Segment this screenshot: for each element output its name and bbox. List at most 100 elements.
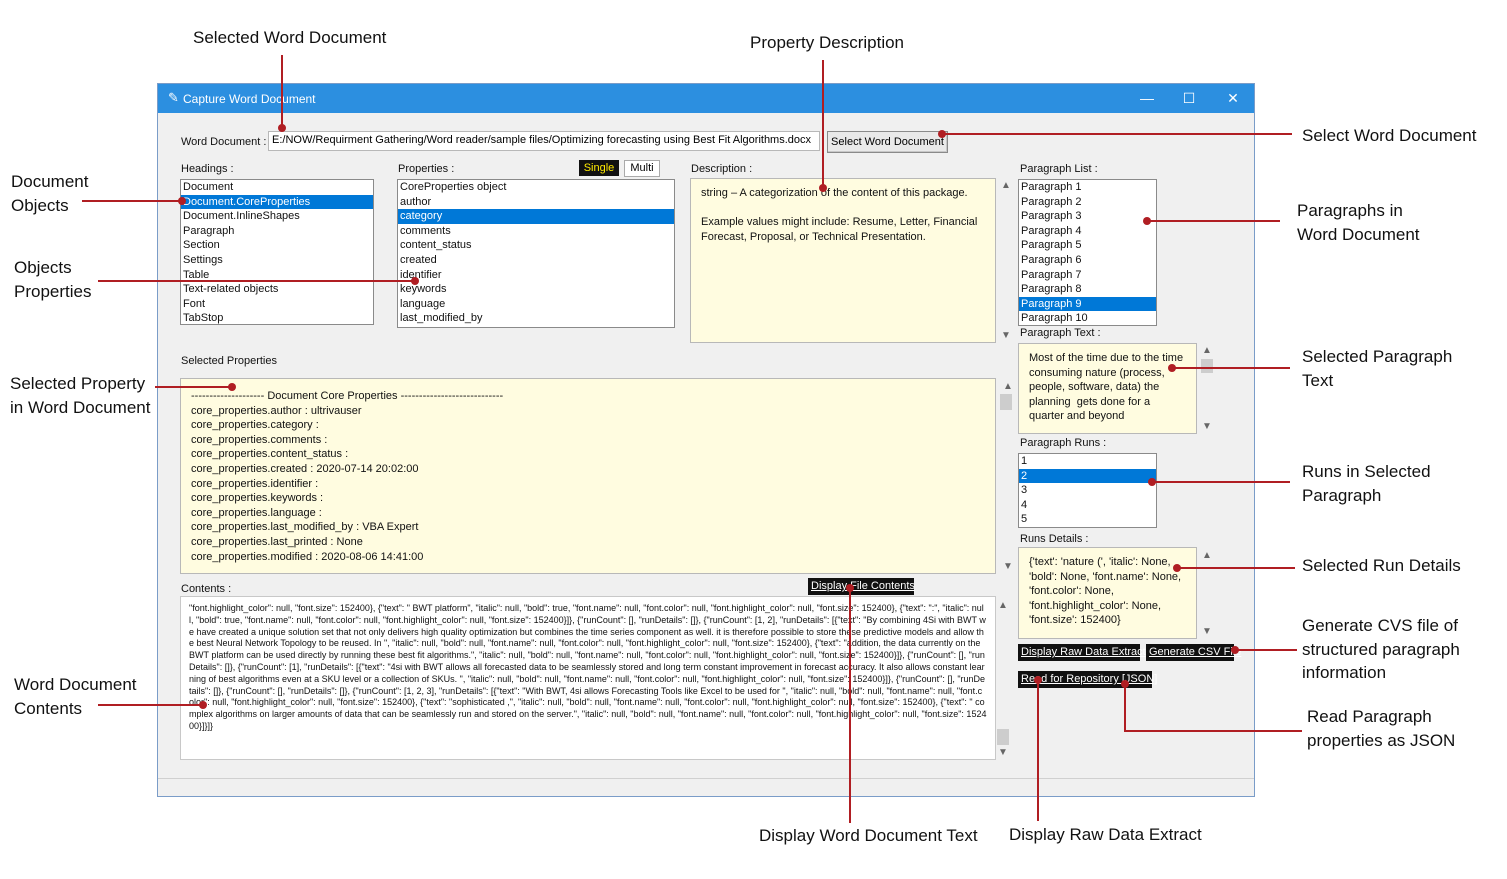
paragraph-list-item[interactable]: Paragraph 10	[1019, 311, 1156, 325]
properties-item[interactable]: language	[398, 297, 674, 312]
paragraph-runs-list[interactable]: 12345	[1018, 453, 1157, 528]
annotation-paragraph-text-2: Text	[1302, 371, 1334, 390]
runs-details-scroll-up[interactable]: ▲	[1202, 550, 1212, 561]
runs-details-label: Runs Details :	[1020, 533, 1089, 545]
paragraph-runs-item[interactable]: 2	[1019, 468, 1156, 484]
contents-scroll-down[interactable]: ▼	[998, 747, 1008, 758]
headings-item[interactable]: Section	[181, 238, 373, 253]
selected-property-line: core_properties.language :	[191, 506, 322, 519]
annotation-display-raw: Display Raw Data Extract	[1009, 825, 1202, 844]
paragraph-list-item[interactable]: Paragraph 7	[1019, 268, 1156, 283]
annotation-select-word-document: Select Word Document	[1302, 126, 1477, 145]
selected-property-line: core_properties.content_status :	[191, 448, 349, 461]
minimize-button[interactable]: —	[1132, 88, 1162, 108]
headings-item[interactable]: Paragraph	[181, 224, 373, 239]
selected-property-line: core_properties.category :	[191, 419, 319, 432]
paragraph-list-item[interactable]: Paragraph 2	[1019, 195, 1156, 210]
headings-item[interactable]: Font	[181, 297, 373, 312]
annotation-document-objects-1: Document	[11, 172, 89, 191]
contents-scroll-up[interactable]: ▲	[998, 600, 1008, 611]
contents-text: "font.highlight_color": null, "font.size…	[189, 603, 987, 731]
annotation-objects-properties-2: Properties	[14, 282, 92, 301]
select-word-document-button[interactable]: Select Word Document	[827, 131, 948, 153]
paragraph-text-scroll-thumb[interactable]	[1201, 359, 1213, 373]
properties-item[interactable]: identifier	[398, 268, 674, 283]
paragraph-list-item[interactable]: Paragraph 1	[1019, 180, 1156, 195]
close-button[interactable]: ✕	[1218, 88, 1248, 108]
properties-item[interactable]: keywords	[398, 282, 674, 297]
selected-property-line: core_properties.last_modified_by : VBA E…	[191, 521, 419, 534]
headings-item[interactable]: Settings	[181, 253, 373, 268]
properties-item[interactable]: author	[398, 195, 674, 210]
contents-label: Contents :	[181, 583, 232, 595]
display-raw-data-button[interactable]: Display Raw Data Extract	[1018, 644, 1146, 661]
status-bar	[158, 778, 1254, 796]
annotation-selected-word-document: Selected Word Document	[193, 28, 387, 47]
selected-properties-scroll-down[interactable]: ▼	[1003, 561, 1013, 572]
runs-details-scroll-down[interactable]: ▼	[1202, 626, 1212, 637]
description-scroll-up[interactable]: ▲	[1001, 180, 1011, 191]
feather-icon: ✎	[168, 90, 179, 105]
headings-item[interactable]: Document.InlineShapes	[181, 209, 373, 224]
properties-list[interactable]: CoreProperties object author category comme…	[397, 179, 675, 328]
annotation-runs-1: Runs in Selected	[1302, 462, 1431, 481]
annotation-run-details: Selected Run Details	[1302, 556, 1461, 575]
annotation-objects-properties-1: Objects	[14, 258, 72, 277]
paragraph-list[interactable]: Paragraph 1 Paragraph 2 Paragraph 3 Paragra…	[1018, 179, 1157, 326]
headings-list[interactable]: Document Document.CoreProperties Document.…	[180, 179, 374, 325]
selected-properties-scroll-thumb[interactable]	[1000, 394, 1012, 410]
annotation-selected-property-1: Selected Property	[10, 374, 146, 393]
headings-item[interactable]: Document	[181, 180, 373, 195]
generate-csv-label: Generate CSV File	[1149, 646, 1242, 658]
selected-properties-scroll-up[interactable]: ▲	[1003, 381, 1013, 392]
selected-properties-label: Selected Properties	[181, 355, 277, 367]
window-title: Capture Word Document	[183, 92, 316, 106]
contents-scroll-thumb[interactable]	[997, 729, 1009, 745]
annotation-runs-2: Paragraph	[1302, 486, 1382, 505]
paragraph-text-scroll-down[interactable]: ▼	[1202, 421, 1212, 432]
paragraph-list-item[interactable]: Paragraph 3	[1019, 209, 1156, 224]
word-document-path-field[interactable]: E:/NOW/Requirment Gathering/Word reader/…	[268, 131, 820, 151]
annotation-selected-property-2: in Word Document	[10, 398, 151, 417]
paragraph-list-item[interactable]: Paragraph 5	[1019, 238, 1156, 253]
annotation-contents-1: Word Document	[14, 675, 137, 694]
paragraph-list-item[interactable]: Paragraph 9	[1019, 296, 1156, 312]
selected-property-line: core_properties.identifier :	[191, 477, 319, 490]
paragraph-runs-item[interactable]: 5	[1019, 512, 1156, 527]
properties-item[interactable]: comments	[398, 224, 674, 239]
headings-item[interactable]: Document.CoreProperties	[181, 194, 373, 210]
selected-property-line: -------------------- Document Core Prope…	[191, 390, 504, 402]
paragraph-runs-item[interactable]: 4	[1019, 498, 1156, 513]
paragraph-runs-item[interactable]: 3	[1019, 483, 1156, 498]
paragraph-list-item[interactable]: Paragraph 6	[1019, 253, 1156, 268]
headings-item[interactable]: TabStop	[181, 311, 373, 324]
paragraph-text-scroll-up[interactable]: ▲	[1202, 345, 1212, 356]
selected-property-line: core_properties.created : 2020-07-14 20:…	[191, 462, 419, 475]
description-panel: string – A categorization of the content…	[690, 178, 996, 343]
description-scroll-down[interactable]: ▼	[1001, 330, 1011, 341]
headings-item[interactable]: Table	[181, 268, 373, 283]
properties-item[interactable]: CoreProperties object	[398, 180, 674, 195]
annotation-contents-2: Contents	[14, 699, 83, 718]
paragraph-runs-item[interactable]: 1	[1019, 454, 1156, 469]
title-bar[interactable]: ✎ Capture Word Document — ☐ ✕	[158, 84, 1254, 113]
read-repository-json-button[interactable]: Read for Repository [JSON]	[1018, 671, 1157, 688]
headings-item[interactable]: Text-related objects	[181, 282, 373, 297]
properties-item[interactable]: last_modified_by	[398, 311, 674, 326]
display-file-contents-button[interactable]: Display File Contents	[808, 578, 915, 595]
annotation-paragraphs-2: Word Document	[1297, 225, 1420, 244]
properties-item[interactable]: content_status	[398, 238, 674, 253]
generate-csv-button[interactable]: Generate CSV File	[1146, 644, 1241, 661]
properties-item[interactable]: created	[398, 253, 674, 268]
properties-item[interactable]: category	[398, 209, 674, 224]
paragraph-list-item[interactable]: Paragraph 8	[1019, 282, 1156, 297]
multi-mode-button[interactable]: Multi	[624, 160, 660, 177]
selected-property-line: core_properties.modified : 2020-08-06 14…	[191, 550, 424, 563]
maximize-button[interactable]: ☐	[1174, 88, 1204, 108]
single-mode-button[interactable]: Single	[579, 160, 619, 176]
display-file-contents-label: Display File Contents	[811, 580, 915, 592]
annotation-paragraphs-1: Paragraphs in	[1297, 201, 1403, 220]
annotation-paragraph-text-1: Selected Paragraph	[1302, 347, 1453, 366]
selected-property-line: core_properties.author : ultrivauser	[191, 404, 362, 417]
paragraph-list-item[interactable]: Paragraph 4	[1019, 224, 1156, 239]
